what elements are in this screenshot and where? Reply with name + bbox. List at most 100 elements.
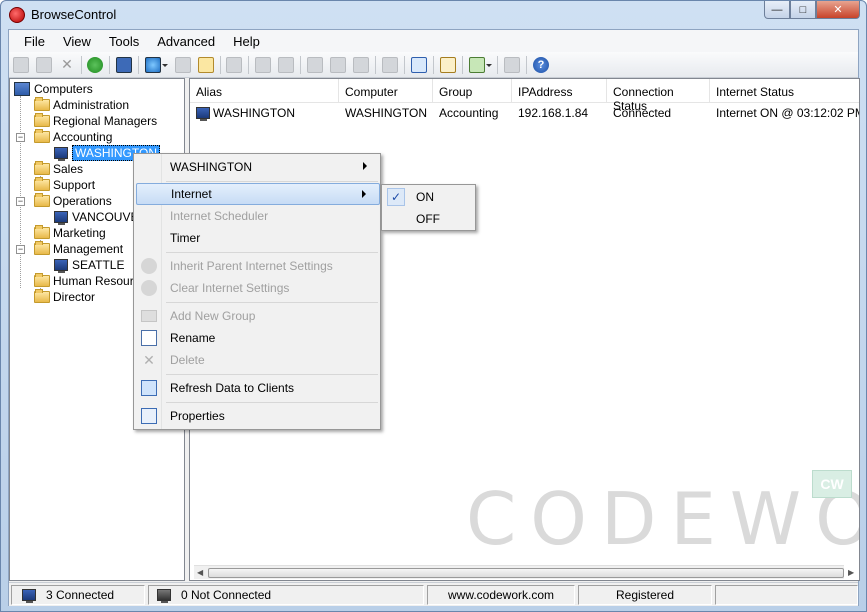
message-icon[interactable] [226, 57, 242, 73]
refresh-clients-icon [141, 380, 157, 396]
status-registration: Registered [578, 585, 712, 605]
maximize-button[interactable]: □ [790, 1, 816, 19]
help-icon[interactable]: ? [533, 57, 549, 73]
menu-item-timer[interactable]: Timer [136, 227, 380, 249]
monitor-icon [54, 147, 68, 161]
window-icon[interactable] [411, 57, 427, 73]
timer-icon[interactable] [198, 57, 214, 73]
tree-node-sales[interactable]: Sales [34, 161, 83, 177]
table-row[interactable]: WASHINGTON WASHINGTON Accounting 192.168… [190, 105, 859, 123]
network-icon[interactable] [116, 57, 132, 73]
column-ipaddress[interactable]: IPAddress [512, 79, 607, 103]
tree-node-administration[interactable]: Administration [34, 97, 129, 113]
collapse-accounting-icon[interactable]: − [16, 133, 25, 142]
tree-node-seattle[interactable]: SEATTLE [54, 257, 124, 273]
column-internet-status[interactable]: Internet Status [710, 79, 859, 103]
add-folder-icon [141, 310, 157, 322]
tree-node-regional-managers[interactable]: Regional Managers [34, 113, 157, 129]
settings-icon[interactable] [330, 57, 346, 73]
submenu-item-on[interactable]: ✓ ON [384, 186, 475, 207]
collapse-operations-icon[interactable]: − [16, 197, 25, 206]
menu-item-properties[interactable]: Properties [136, 405, 380, 427]
context-menu: WASHINGTON Internet Internet Scheduler T… [133, 153, 381, 430]
cell-computer: WASHINGTON [345, 106, 428, 120]
scroll-left-icon[interactable]: ◀ [197, 568, 203, 577]
column-group[interactable]: Group [433, 79, 512, 103]
undo-icon[interactable] [504, 57, 520, 73]
screenshot-dropdown-icon[interactable] [469, 57, 492, 73]
menu-item-refresh-data[interactable]: Refresh Data to Clients [136, 377, 380, 399]
submenu-item-off[interactable]: OFF [384, 208, 475, 229]
tree-node-operations[interactable]: Operations [34, 193, 112, 209]
tree-node-support[interactable]: Support [34, 177, 95, 193]
status-connected: 3 Connected [11, 585, 145, 605]
menu-item-inherit-parent-settings[interactable]: Inherit Parent Internet Settings [136, 255, 380, 277]
status-connected-text: 3 Connected [46, 588, 115, 602]
internet-dropdown-icon[interactable] [145, 57, 168, 73]
scroll-right-icon[interactable]: ▶ [848, 568, 854, 577]
tree-label: Administration [53, 98, 130, 112]
cell-group: Accounting [439, 106, 499, 120]
tree-root-label: Computers [34, 82, 93, 96]
app-logo-icon [9, 7, 25, 23]
menu-item-add-new-group[interactable]: Add New Group [136, 305, 380, 327]
cell-ipaddress: 192.168.1.84 [518, 106, 589, 120]
checkmark-icon: ✓ [387, 188, 405, 206]
tree-node-management[interactable]: Management [34, 241, 123, 257]
delete-icon: ✕ [143, 352, 155, 368]
rename-icon [141, 330, 157, 346]
folder-icon [34, 289, 50, 303]
menu-item-internet-scheduler[interactable]: Internet Scheduler [136, 205, 380, 227]
column-alias[interactable]: Alias [190, 79, 339, 103]
title-bar[interactable]: BrowseControl — □ ✕ [1, 1, 866, 28]
tree-root[interactable]: Computers [14, 81, 93, 97]
tree-label: Regional Managers [53, 114, 158, 128]
menu-item-internet[interactable]: Internet [136, 183, 380, 205]
connected-monitor-icon [22, 589, 36, 603]
clear-icon [141, 280, 157, 296]
tree-label: Director [53, 290, 96, 304]
toolbar: ✕ ? [9, 52, 858, 78]
tree-node-director[interactable]: Director [34, 289, 95, 305]
tree-node-marketing[interactable]: Marketing [34, 225, 106, 241]
menu-file[interactable]: File [15, 32, 54, 51]
tree-label: Support [53, 178, 96, 192]
folder-group-icon[interactable] [307, 57, 323, 73]
menu-tools[interactable]: Tools [100, 32, 148, 51]
close-button[interactable]: ✕ [816, 1, 860, 19]
app-window: BrowseControl — □ ✕ File View Tools Adva… [0, 0, 867, 612]
open-folder-icon[interactable] [13, 57, 29, 73]
menu-item-delete[interactable]: ✕ Delete [136, 349, 380, 371]
tree-label: SEATTLE [72, 258, 125, 272]
folder-icon [34, 177, 50, 191]
status-bar: 3 Connected 0 Not Connected www.codework… [9, 582, 858, 606]
menu-item-clear-internet-settings[interactable]: Clear Internet Settings [136, 277, 380, 299]
horizontal-scrollbar[interactable]: ◀ ▶ [194, 565, 854, 579]
scroll-thumb[interactable] [208, 568, 844, 578]
minimize-button[interactable]: — [764, 1, 790, 19]
grid-icon[interactable] [382, 57, 398, 73]
collapse-management-icon[interactable]: − [16, 245, 25, 254]
menu-item-washington[interactable]: WASHINGTON [136, 156, 380, 178]
column-computer[interactable]: Computer [339, 79, 433, 103]
status-website: www.codework.com [427, 585, 575, 605]
monitor-icon [196, 107, 210, 121]
codework-logo: CW [812, 470, 852, 498]
remote-icon[interactable] [255, 57, 271, 73]
lock-screen-icon[interactable] [278, 57, 294, 73]
copy-icon[interactable] [353, 57, 369, 73]
edit-icon[interactable] [36, 57, 52, 73]
monitor-icon [54, 211, 68, 225]
export-icon[interactable] [440, 57, 456, 73]
folder-icon [34, 113, 50, 127]
delete-icon[interactable]: ✕ [59, 57, 75, 73]
column-connection-status[interactable]: Connection Status [607, 79, 710, 113]
menu-help[interactable]: Help [224, 32, 269, 51]
schedule-icon[interactable] [175, 57, 191, 73]
inherit-icon [141, 258, 157, 274]
menu-view[interactable]: View [54, 32, 100, 51]
menu-advanced[interactable]: Advanced [148, 32, 224, 51]
menu-item-rename[interactable]: Rename [136, 327, 380, 349]
tree-node-accounting[interactable]: Accounting [34, 129, 112, 145]
refresh-icon[interactable] [87, 57, 103, 73]
